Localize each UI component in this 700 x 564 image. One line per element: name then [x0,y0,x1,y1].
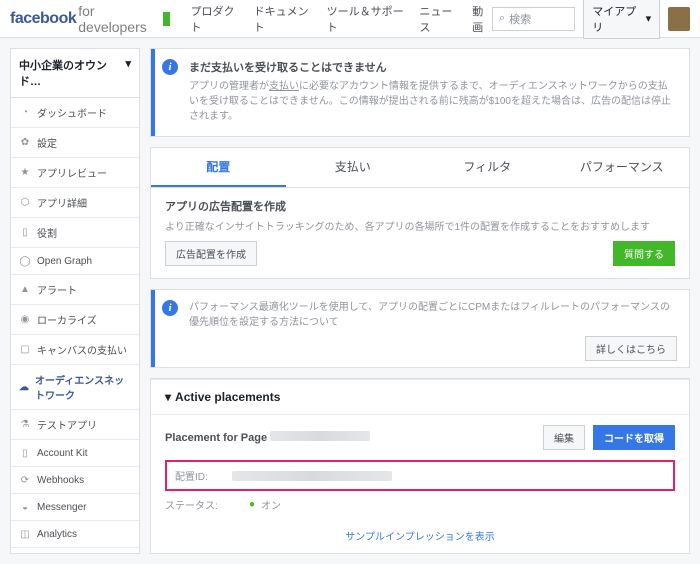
tab-placement[interactable]: 配置 [151,148,286,187]
sidebar-icon: ★ [19,167,31,179]
app-selector-label: 中小企業のオウンド… [19,57,125,89]
placement-id-label: 配置ID: [175,468,208,483]
tab-performance[interactable]: パフォーマンス [555,148,690,187]
sidebar-item-1[interactable]: ✿ 設定 [11,128,139,158]
active-placements-label: Active placements [175,390,280,404]
nav-docs[interactable]: ドキュメント [254,3,313,35]
sidebar-icon: ⚗ [19,419,31,431]
sidebar-item-label: 設定 [37,135,57,150]
active-placements-toggle[interactable]: ▾ Active placements [165,390,675,404]
placement-name: Placement for Page [165,431,370,444]
sidebar-icon: ▯ [19,447,31,459]
sidebar-item-label: アプリレビュー [37,165,107,180]
sidebar-item-14[interactable]: ◫ Analytics [11,521,139,548]
sidebar-item-label: Account Kit [37,448,88,459]
sidebar-icon: ⟳ [19,474,31,486]
learn-more-button[interactable]: 詳しくはこちら [585,336,677,361]
sidebar-item-3[interactable]: ⬡ アプリ詳細 [11,188,139,218]
tab-payment[interactable]: 支払い [286,148,421,187]
sidebar-item-11[interactable]: ▯ Account Kit [11,440,139,467]
sidebar-item-0[interactable]: ◔ ダッシュボード [11,98,139,128]
alert-text: アプリの管理者が支払いに必要なアカウント情報を提供するまで、オーディエンスネット… [189,79,677,124]
section-title: アプリの広告配置を作成 [165,198,675,214]
sidebar-item-label: Messenger [37,502,86,513]
sidebar-item-label: アラート [37,282,77,297]
sidebar-item-label: ローカライズ [37,312,97,327]
sidebar-icon: ☁ [19,381,29,393]
search-input[interactable]: ⌕ 検索 [492,7,575,31]
sidebar-icon: ◒ [19,501,31,513]
create-placement-button[interactable]: 広告配置を作成 [165,241,257,266]
sidebar-item-label: キャンバスの支払い [37,342,127,357]
sidebar-item-label: テストアプリ [37,417,97,432]
payout-alert: i まだ支払いを受け取ることはできません アプリの管理者が支払いに必要なアカウン… [150,48,690,137]
placement-id-highlight: 配置ID: [165,460,675,491]
sidebar-icon: ◉ [19,314,31,326]
sidebar-item-label: Analytics [37,529,77,540]
sidebar-item-12[interactable]: ⟳ Webhooks [11,467,139,494]
sidebar: 中小企業のオウンド… ▾ ◔ ダッシュボード ✿ 設定 ★ アプリレビュー ⬡ アプリ詳細 ▯ 役… [10,48,140,554]
my-apps-dropdown[interactable]: マイアプリ ▾ [583,0,660,39]
sidebar-item-label: Webhooks [37,475,84,486]
chevron-down-icon: ▾ [125,57,131,89]
sidebar-item-label: Open Graph [37,256,92,267]
sidebar-icon: ▢ [19,344,31,356]
sidebar-icon: ▲ [19,284,31,296]
info-icon: i [162,300,178,316]
sidebar-icon: ◫ [19,528,31,540]
nav-videos[interactable]: 動画 [472,3,492,35]
search-icon: ⌕ [499,12,505,25]
avatar[interactable] [668,7,690,31]
sidebar-item-6[interactable]: ▲ アラート [11,275,139,305]
sidebar-item-10[interactable]: ⚗ テストアプリ [11,410,139,440]
chevron-down-icon: ▾ [646,12,652,25]
sidebar-item-13[interactable]: ◒ Messenger [11,494,139,521]
app-selector[interactable]: 中小企業のオウンド… ▾ [11,49,139,98]
sidebar-item-5[interactable]: ◯ Open Graph [11,248,139,275]
redacted-page-name [270,431,370,441]
facebook-logo[interactable]: facebook [10,10,76,28]
top-nav: プロダクト ドキュメント ツール＆サポート ニュース 動画 [190,3,491,35]
sidebar-icon: ◯ [19,255,31,267]
status-value: オン [261,497,281,512]
nav-news[interactable]: ニュース [419,3,458,35]
redacted-placement-id [232,471,392,481]
alert-text: パフォーマンス最適化ツールを使用して、アプリの配置ごとにCPMまたはフィルレート… [189,300,677,330]
sidebar-item-2[interactable]: ★ アプリレビュー [11,158,139,188]
sidebar-icon: ◔ [19,107,31,119]
tabs: 配置 支払い フィルタ パフォーマンス [151,148,689,188]
tab-filter[interactable]: フィルタ [420,148,555,187]
sidebar-item-9[interactable]: ☁ オーディエンスネットワーク [11,365,139,410]
sample-impression-link[interactable]: サンプルインプレッションを表示 [345,532,494,543]
performance-alert: i パフォーマンス最適化ツールを使用して、アプリの配置ごとにCPMまたはフィルレ… [150,289,690,368]
status-label: ステータス: [165,497,225,512]
sidebar-icon: ⬡ [19,197,31,209]
search-placeholder: 検索 [509,11,531,27]
section-desc: より正確なインサイトトラッキングのため、各アプリの各場所で1件の配置を作成するこ… [165,218,675,233]
sidebar-icon: ▯ [19,227,31,239]
info-icon: i [162,59,178,75]
sidebar-item-7[interactable]: ◉ ローカライズ [11,305,139,335]
logo-subtitle: for developers [78,3,159,35]
status-dot-icon: ● [249,499,255,510]
edit-button[interactable]: 編集 [543,425,585,450]
ask-question-button[interactable]: 質問する [613,241,675,266]
sidebar-item-label: オーディエンスネットワーク [35,372,131,402]
sidebar-item-8[interactable]: ▢ キャンバスの支払い [11,335,139,365]
alert-title: まだ支払いを受け取ることはできません [189,59,677,75]
nav-tools[interactable]: ツール＆サポート [327,3,406,35]
nav-products[interactable]: プロダクト [190,3,239,35]
get-code-button[interactable]: コードを取得 [593,425,675,450]
logo-badge [163,12,170,26]
sidebar-item-4[interactable]: ▯ 役割 [11,218,139,248]
sidebar-item-label: 役割 [37,225,57,240]
chevron-down-icon: ▾ [165,390,171,404]
sidebar-item-label: アプリ詳細 [37,195,87,210]
sidebar-item-label: ダッシュボード [37,105,107,120]
sidebar-icon: ✿ [19,137,31,149]
my-apps-label: マイアプリ [592,3,641,35]
